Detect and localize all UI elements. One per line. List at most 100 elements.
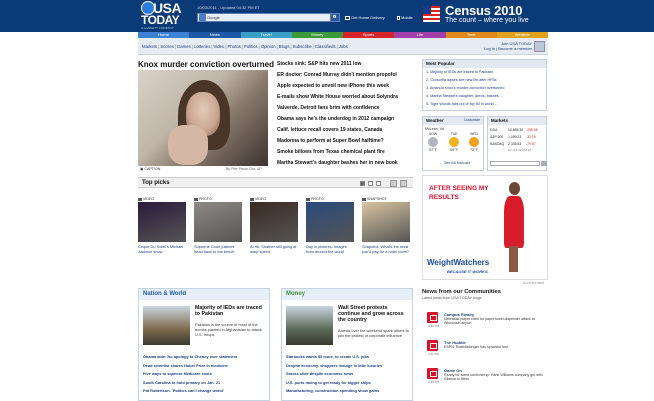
top-pick-item[interactable]: VIDEO At 96, Shatner still going at warp … <box>250 197 298 254</box>
headline-item[interactable]: Valverde, Detroit fans brim with confide… <box>277 103 417 114</box>
camera-icon <box>362 197 366 201</box>
section-list-item[interactable]: Starbucks wants $5 more, to create U.S. … <box>286 353 414 362</box>
market-row[interactable]: NASDAQ 2,335.83 -79.57 <box>488 141 546 148</box>
section-feature-photo[interactable] <box>143 306 190 345</box>
communities-subtitle: Latest posts from USA TODAY blogs <box>422 296 482 300</box>
pick-caption[interactable]: Day in pictures: Images from around the … <box>306 244 354 254</box>
most-popular-title: Most Popular <box>423 60 546 68</box>
see-full-forecast-link[interactable]: See full forecast <box>444 161 470 165</box>
headline-item[interactable]: Apple expected to unveil new iPhone this… <box>277 81 417 92</box>
subnav-link[interactable]: Jobs <box>339 44 348 49</box>
caption-link[interactable]: ▣ CAPTION <box>140 167 160 171</box>
headline-item[interactable]: Martha Stewart's daughter bashes her in … <box>277 158 417 169</box>
avatar[interactable] <box>534 41 545 52</box>
popular-item[interactable]: 4. Martha Stewart's daughter, Alexis, ba… <box>423 92 546 100</box>
usatoday-logo[interactable]: USA TODAY A GANNETT COMPANY <box>141 0 187 30</box>
section-list-item[interactable]: Stocks slide despite economic news <box>286 370 414 379</box>
section-box: Money Wall Street protests continue and g… <box>281 288 413 401</box>
search-input[interactable]: Google <box>207 15 220 20</box>
subnav-link[interactable]: Politics <box>244 44 258 49</box>
section-feature-photo[interactable] <box>286 306 333 345</box>
popular-item[interactable]: 1. Majority of IEDs are traced to Pakist… <box>423 68 546 76</box>
subnav-link[interactable]: Games <box>177 44 191 49</box>
top-pick-item[interactable]: PHOTO Day in pictures: Images from around… <box>306 197 354 254</box>
section-list-item[interactable]: South Carolina to hold primary on Jan. 2… <box>143 379 271 388</box>
section-feature-headline[interactable]: Majority of IEDs are traced to Pakistan <box>195 305 268 317</box>
market-row[interactable]: DJIA 10,655.30 -258.08 <box>488 127 546 134</box>
section-title[interactable]: Nation & World <box>139 289 269 300</box>
subnav-link[interactable]: Opinion <box>261 44 276 49</box>
pick-thumbnail[interactable] <box>250 202 298 242</box>
top-pick-item[interactable]: VIDEO Cirque Du Soleil's Michael Jackson … <box>138 197 186 254</box>
search-button[interactable] <box>330 14 339 21</box>
pick-caption[interactable]: Cirque Du Soleil's Michael Jackson show <box>138 244 186 254</box>
section-list-item[interactable]: Pat Robertson: 'Politics can't change wo… <box>143 387 271 396</box>
popular-item[interactable]: 5. Tiger Woods falls out of top 50 in wo… <box>423 100 546 108</box>
section-list-item[interactable]: Despite economy, shoppers indulge in lit… <box>286 362 414 371</box>
pick-thumbnail[interactable] <box>306 202 354 242</box>
section-feature-headline[interactable]: Wall Street protests continue and grow a… <box>338 305 411 323</box>
video-icon <box>138 197 142 201</box>
subnav-link[interactable]: Scores <box>160 44 173 49</box>
section-list-item[interactable]: Manufacturing, construction spending sho… <box>286 387 414 396</box>
weather-day: TUE 69°F <box>449 132 459 152</box>
section-list-item[interactable]: Dead scientist shares Nobel Prize in med… <box>143 362 271 371</box>
camera-icon <box>194 197 198 201</box>
most-popular-box: Most Popular 1. Majority of IEDs are tra… <box>422 59 547 111</box>
video-icon <box>250 197 254 201</box>
headline-item[interactable]: Obama says he's the underdog in 2012 cam… <box>277 114 417 125</box>
headline-item[interactable]: E-mails show White House worried about S… <box>277 92 417 103</box>
quote-input[interactable] <box>490 161 540 166</box>
section-list-item[interactable]: Obama aide: No apology to Cheney over st… <box>143 353 271 362</box>
lead-photo[interactable] <box>138 70 268 166</box>
subnav-link[interactable]: Classifieds <box>315 44 336 49</box>
post-summary[interactable]: Nebraska player cited for paper towel di… <box>444 317 548 326</box>
subnav-link[interactable]: Lotteries <box>194 44 210 49</box>
subnav-link[interactable]: Video <box>214 44 225 49</box>
mobile-link[interactable]: Mobile <box>397 15 413 20</box>
page-dot[interactable] <box>360 181 365 186</box>
headline-item[interactable]: ER doctor: Conrad Murray didn't mention … <box>277 70 417 81</box>
subnav-link[interactable]: Markets <box>142 44 157 49</box>
lead-headline[interactable]: Knox murder conviction overturned <box>138 60 274 69</box>
popular-item[interactable]: 3. Amanda Knox's murder conviction overt… <box>423 84 546 92</box>
page-dot[interactable] <box>376 181 381 186</box>
customize-link[interactable]: Customize <box>464 118 480 122</box>
headline-item[interactable]: Stocks sink: S&P hits new 2011 low <box>277 59 417 70</box>
pick-caption[interactable]: Supreme Court justices head back to the … <box>194 244 242 254</box>
post-summary[interactable]: Ready for some controversy: Hank William… <box>444 373 548 382</box>
search-bar[interactable]: Google <box>197 13 340 22</box>
top-picks-bar: Top picks <box>138 177 413 188</box>
pick-caption[interactable]: At 96, Shatner still going at warp speed <box>250 244 298 254</box>
pick-thumbnail[interactable] <box>362 202 410 242</box>
top-pick-item[interactable]: SNAPSHOT Snapshot: What's the most you'd … <box>362 197 410 254</box>
market-row[interactable]: S&P 500 1,099.23 -32.19 <box>488 134 546 141</box>
section-list-item[interactable]: U.S. ports racing to get ready for bigge… <box>286 379 414 388</box>
sub-navigation: Markets | Scores | Games | Lotteries | Video | Pho… <box>138 38 548 55</box>
login-link[interactable]: Log in | Become a member <box>484 46 532 51</box>
section-title[interactable]: Money <box>282 289 412 300</box>
page-dot[interactable] <box>368 181 373 186</box>
headline-item[interactable]: Smoke billows from Texas chemical plant … <box>277 147 417 158</box>
subnav-link[interactable]: Blogs <box>279 44 290 49</box>
prev-arrow-icon[interactable] <box>390 180 397 187</box>
top-pick-item[interactable]: PHOTO Supreme Court justices head back to… <box>194 197 242 254</box>
account-links[interactable]: Join USA TODAY Log in | Become a member <box>484 41 532 51</box>
communities-box: News from our Communities Latest posts f… <box>422 288 548 401</box>
headline-item[interactable]: Madonna to perform at Super Bowl halftim… <box>277 136 417 147</box>
popular-item[interactable]: 2. Consortia lapses see new life after H… <box>423 76 546 84</box>
headline-item[interactable]: Calif. lettuce recall covers 19 states, … <box>277 125 417 136</box>
quote-button[interactable] <box>541 161 547 166</box>
pick-thumbnail[interactable] <box>138 202 186 242</box>
subnav-link[interactable]: Photos <box>228 44 241 49</box>
weightwatchers-ad[interactable]: AFTER SEEING MY RESULTS WeightWatchers B… <box>422 175 548 280</box>
census-banner[interactable]: Census 2010 The count – where you live <box>420 3 654 30</box>
subnav-link[interactable]: Subscribe <box>293 44 312 49</box>
home-delivery-link[interactable]: Get Home Delivery <box>345 15 385 20</box>
logo-today: TODAY <box>141 13 180 27</box>
post-summary[interactable]: ESPN: Roethlisberger has sprained foot <box>444 345 548 349</box>
section-list-item[interactable]: Five ways to squeeze Medicare costs <box>143 370 271 379</box>
next-arrow-icon[interactable] <box>400 180 407 187</box>
pick-thumbnail[interactable] <box>194 202 242 242</box>
pick-caption[interactable]: Snapshot: What's the most you'd pay for … <box>362 244 410 254</box>
